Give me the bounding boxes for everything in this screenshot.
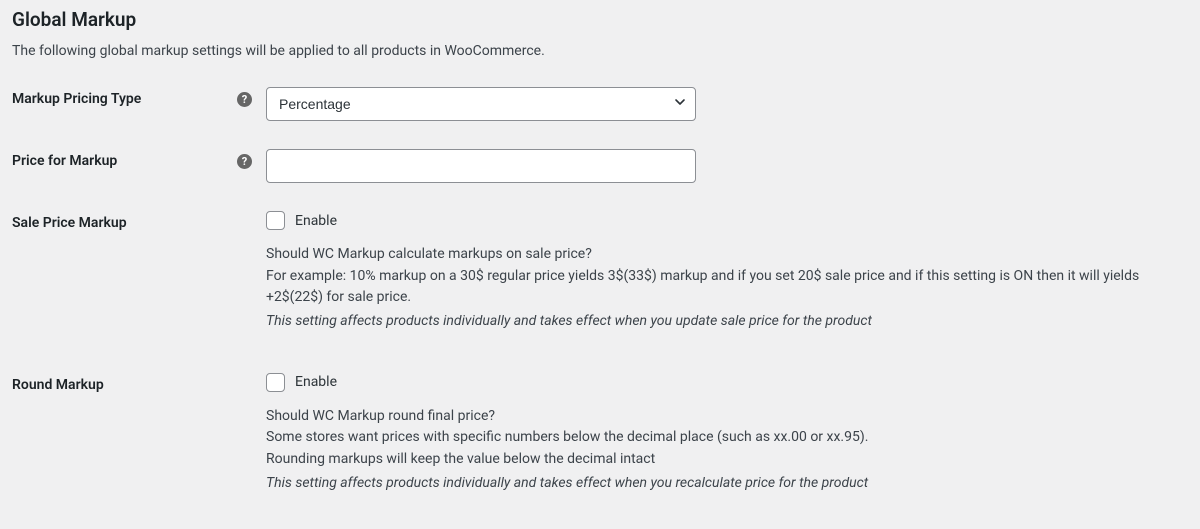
- help-icon[interactable]: ?: [237, 92, 252, 107]
- round-markup-checkbox[interactable]: [266, 373, 285, 392]
- sale-price-markup-label: Sale Price Markup: [12, 215, 127, 231]
- markup-pricing-type-select[interactable]: Percentage: [266, 87, 696, 121]
- sale-price-markup-help: Should WC Markup calculate markups on sa…: [266, 244, 1186, 333]
- round-markup-label: Round Markup: [12, 377, 104, 393]
- sale-price-markup-checkbox[interactable]: [266, 211, 285, 230]
- price-for-markup-input[interactable]: [266, 149, 696, 183]
- help-icon[interactable]: ?: [237, 154, 252, 169]
- round-markup-help: Should WC Markup round final price? Some…: [266, 406, 1186, 495]
- markup-pricing-type-label: Markup Pricing Type: [12, 91, 141, 107]
- sale-price-markup-checkbox-label[interactable]: Enable: [295, 213, 337, 229]
- section-description: The following global markup settings wil…: [12, 43, 1188, 59]
- section-title: Global Markup: [12, 8, 1188, 31]
- price-for-markup-label: Price for Markup: [12, 153, 117, 169]
- round-markup-checkbox-label[interactable]: Enable: [295, 374, 337, 390]
